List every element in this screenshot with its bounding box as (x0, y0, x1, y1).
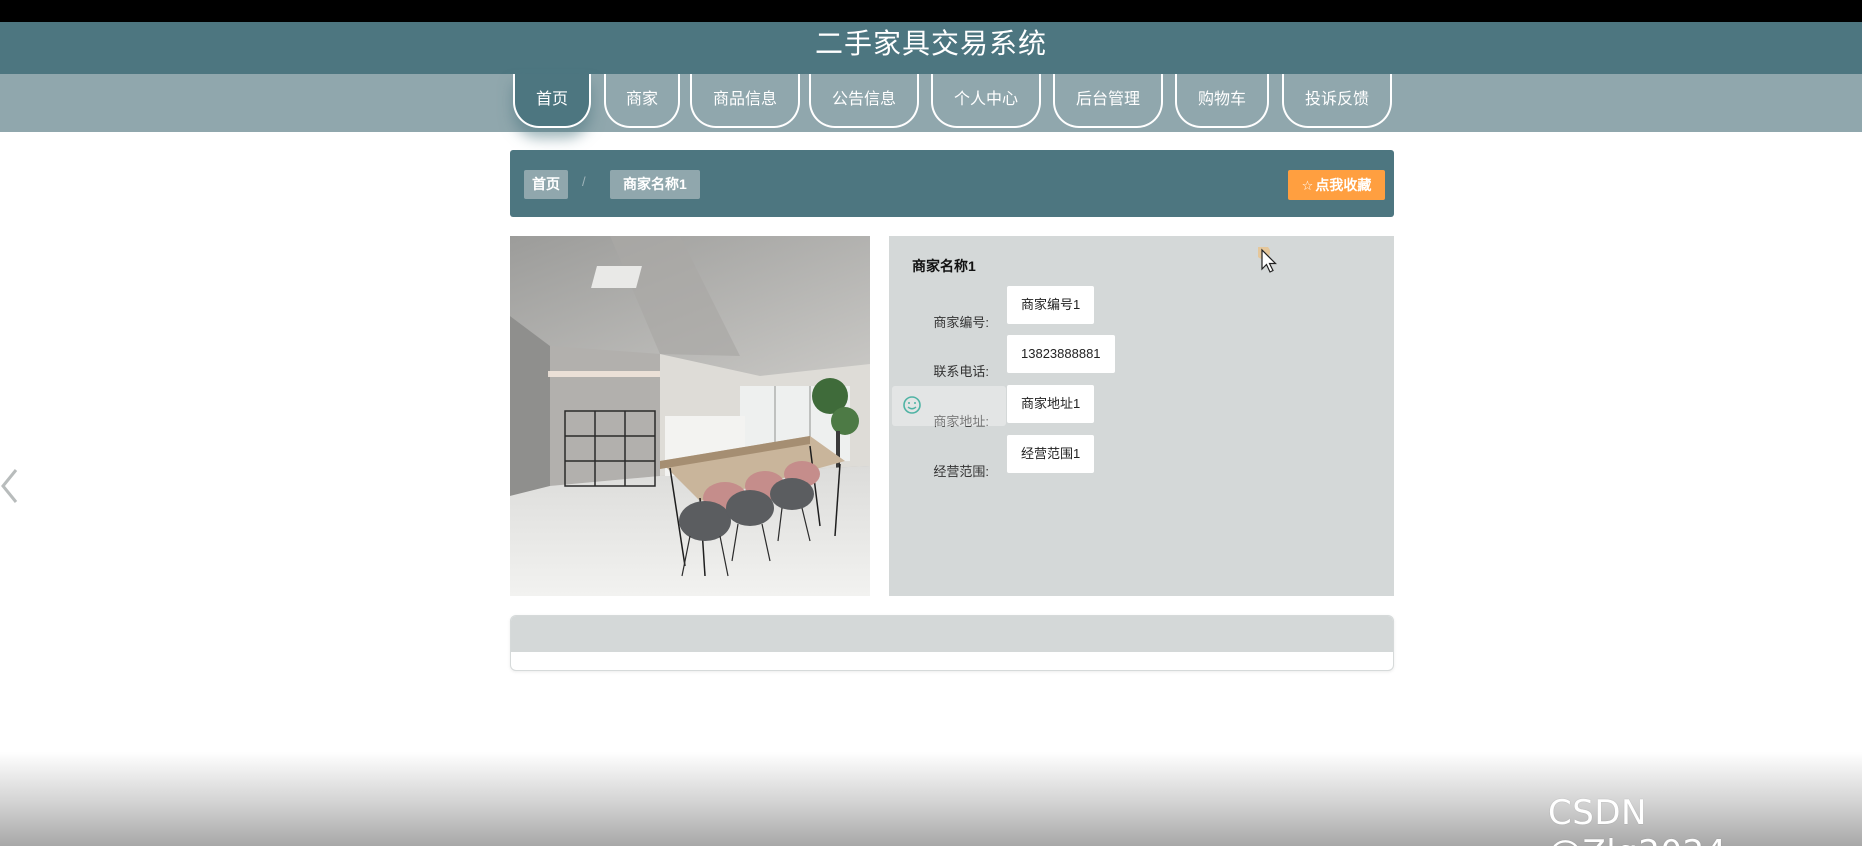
field-value-address: 商家地址1 (1007, 385, 1095, 423)
nav-item-feedback[interactable]: 投诉反馈 (1282, 74, 1392, 128)
site-title: 二手家具交易系统 (0, 22, 1862, 74)
star-outline-icon: ☆ (1301, 178, 1314, 193)
smile-icon (903, 396, 921, 414)
favorite-button[interactable]: ☆ 点我收藏 (1288, 170, 1385, 200)
content-card (510, 615, 1394, 671)
field-label-business-scope: 经营范围: (933, 464, 989, 479)
mouse-cursor-icon (1258, 247, 1277, 273)
chevron-left-icon[interactable] (0, 466, 20, 506)
favorite-button-label: 点我收藏 (1315, 177, 1372, 193)
floating-overlay (892, 386, 1006, 426)
field-label-phone: 联系电话: (933, 364, 989, 379)
showroom-image (510, 236, 870, 596)
field-value-business-scope: 经营范围1 (1007, 435, 1095, 473)
field-value-phone: 13823888881 (1007, 335, 1115, 373)
field-label-merchant-id: 商家编号: (933, 315, 989, 330)
top-black-bar (0, 0, 1862, 22)
breadcrumb-home[interactable]: 首页 (524, 170, 568, 199)
nav-item-merchants[interactable]: 商家 (604, 74, 680, 128)
breadcrumb-current: 商家名称1 (610, 170, 700, 199)
nav-item-home[interactable]: 首页 (513, 74, 591, 128)
breadcrumb: 首页 / 商家名称1 ☆ 点我收藏 (510, 150, 1394, 217)
main-nav: 首页 商家 商品信息 公告信息 个人中心 后台管理 购物车 投诉反馈 (0, 74, 1862, 132)
merchant-name: 商家名称1 (912, 258, 976, 274)
watermark: CSDN @Zlq2024__ (1548, 793, 1761, 846)
nav-item-admin[interactable]: 后台管理 (1053, 74, 1163, 128)
nav-item-products[interactable]: 商品信息 (690, 74, 800, 128)
content-card-header (511, 616, 1393, 652)
field-value-merchant-id: 商家编号1 (1007, 286, 1095, 324)
breadcrumb-separator: / (582, 174, 586, 189)
nav-item-announcements[interactable]: 公告信息 (809, 74, 919, 128)
nav-item-profile[interactable]: 个人中心 (931, 74, 1041, 128)
merchant-photo (510, 236, 870, 596)
nav-item-cart[interactable]: 购物车 (1175, 74, 1269, 128)
